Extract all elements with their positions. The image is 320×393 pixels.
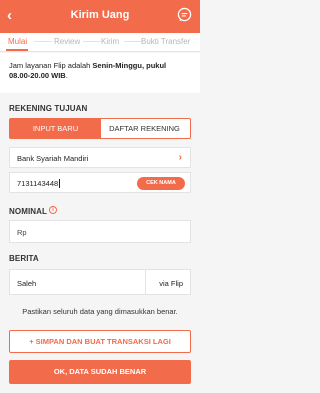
chevron-right-icon: › [178,152,182,163]
daftar-rekening-tab[interactable]: DAFTAR REKENING [99,119,190,138]
berita-suffix: via Flip [159,279,183,288]
info-days: Senin-Minggu, pukul [92,61,167,70]
input-baru-tab[interactable]: INPUT BARU [10,119,101,138]
bank-selector[interactable]: Bank Syariah Mandiri › [9,147,191,168]
account-number-field[interactable]: 7131143448 CEK NAMA [9,172,191,193]
berita-input[interactable]: Saleh via Flip [9,269,191,295]
info-prefix: Jam layanan Flip adalah [9,61,93,70]
account-number-value: 7131143448 [17,179,59,188]
rekening-section-title: REKENING TUJUAN [9,104,88,113]
rekening-mode-toggle: INPUT BARU DAFTAR REKENING [9,118,191,139]
save-and-new-transaction-button[interactable]: + SIMPAN DAN BUAT TRANSAKSI LAGI [9,330,191,353]
info-suffix: . [65,71,68,80]
confirm-notice: Pastikan seluruh data yang dimasukkan be… [22,307,178,316]
app-header: ‹ Kirim Uang [0,0,200,33]
info-icon[interactable]: i [49,206,57,214]
service-hours-info: Jam layanan Flip adalah Senin-Minggu, pu… [0,53,200,93]
currency-prefix: Rp [17,228,27,237]
field-divider [145,270,146,294]
bank-name: Bank Syariah Mandiri [17,154,89,163]
nominal-section-title: NOMINAL [9,207,48,216]
text-cursor [59,179,61,188]
chat-bubble-icon[interactable] [177,7,192,22]
berita-value: Saleh [17,279,37,288]
page-title: Kirim Uang [70,9,130,21]
tab-separator [83,41,101,42]
tab-review: Review [54,37,81,46]
cek-nama-button[interactable]: CEK NAMA [137,177,185,190]
berita-section-title: BERITA [9,254,39,263]
tab-bukti-transfer: Bukti Transfer [141,37,191,46]
tab-mulai: Mulai [8,37,28,46]
tab-separator [34,41,52,42]
info-hours: 08.00-20.00 WIB [9,71,66,80]
tab-separator [124,41,142,42]
tab-kirim: Kirim [101,37,120,46]
progress-tabs: Mulai Review Kirim Bukti Transfer [0,33,200,52]
confirm-data-button[interactable]: OK, DATA SUDAH BENAR [9,360,191,384]
nominal-input[interactable]: Rp [9,220,191,243]
active-tab-indicator [6,49,28,51]
